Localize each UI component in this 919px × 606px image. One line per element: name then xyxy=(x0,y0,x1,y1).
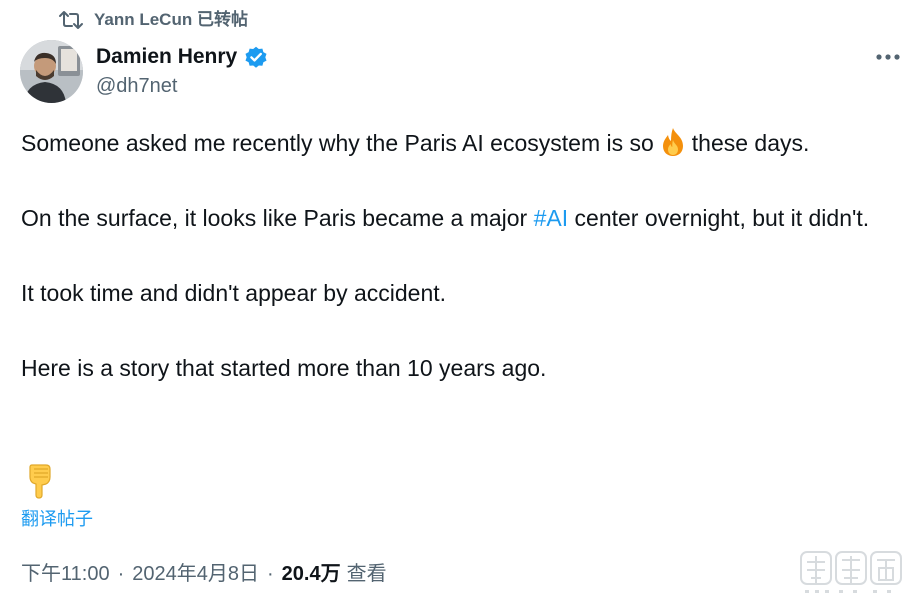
repost-indicator[interactable]: Yann LeCun 已转帖 xyxy=(58,8,248,32)
verified-badge-icon[interactable] xyxy=(243,44,269,70)
author-name-line: Damien Henry xyxy=(96,43,269,71)
views-label: 查看 xyxy=(346,563,387,585)
pointing-down-emoji-icon xyxy=(22,463,56,499)
author-info: Damien Henry @dh7net xyxy=(96,43,269,99)
tweet-paragraph-3: It took time and didn't appear by accide… xyxy=(21,280,447,306)
translate-post-link[interactable]: 翻译帖子 xyxy=(21,507,93,531)
tweet-paragraph-2: On the surface, it looks like Paris beca… xyxy=(21,199,901,237)
meta-separator: · xyxy=(117,563,125,585)
tweet-paragraph-1: Someone asked me recently why the Paris … xyxy=(21,124,901,162)
tweet-meta: 下午11:00 · 2024年4月8日 · 20.4万 查看 xyxy=(21,560,387,588)
tweet-time[interactable]: 下午11:00 xyxy=(21,560,110,588)
more-icon xyxy=(875,53,901,61)
tweet-text: Someone asked me recently why the Paris … xyxy=(21,124,901,387)
author-display-name[interactable]: Damien Henry xyxy=(96,43,237,71)
avatar[interactable] xyxy=(20,40,83,103)
tweet-paragraph-4: Here is a story that started more than 1… xyxy=(21,355,547,381)
repost-text: Yann LeCun 已转帖 xyxy=(94,10,248,29)
fire-emoji-icon xyxy=(657,126,689,158)
repost-icon xyxy=(58,9,84,31)
tweet-p1-before: Someone asked me recently why the Paris … xyxy=(21,130,654,156)
tweet-p2-before: On the surface, it looks like Paris beca… xyxy=(21,205,528,231)
tweet-p2-after: center overnight, but it didn't. xyxy=(574,205,870,231)
meta-separator: · xyxy=(267,563,274,585)
watermark-logo xyxy=(799,548,903,596)
views-count: 20.4万 xyxy=(281,563,341,585)
tweet-p1-after: these days. xyxy=(691,130,810,156)
author-handle[interactable]: @dh7net xyxy=(96,73,269,99)
hashtag-link-ai[interactable]: #AI xyxy=(534,205,569,231)
more-options-button[interactable] xyxy=(871,44,905,70)
tweet-date[interactable]: 2024年4月8日 xyxy=(132,560,259,588)
